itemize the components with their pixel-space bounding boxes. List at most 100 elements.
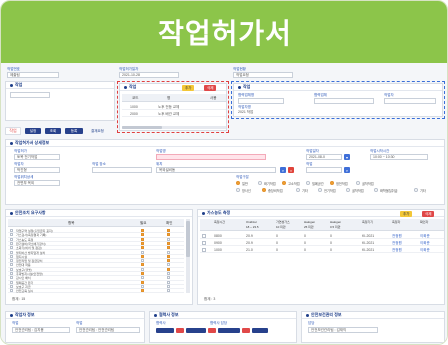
row-checkbox[interactable] [10,263,13,267]
field-time[interactable]: 10:00 ~ 10:30 [370,154,428,160]
confirmed-checkbox[interactable] [167,259,170,263]
required-checkbox[interactable] [141,229,144,232]
option-radio[interactable] [282,181,286,185]
field-location-detail[interactable]: 전면부 옥외 [14,180,60,186]
row-checkbox[interactable] [10,289,13,293]
option-radio[interactable] [236,181,240,185]
work-list-row[interactable]: 2000 노후 배관 교체 [122,111,226,117]
required-checkbox[interactable] [141,241,144,245]
row-checkbox[interactable] [10,250,13,254]
row-checkbox[interactable] [202,248,206,252]
required-checkbox[interactable] [141,284,144,288]
measure-add-button[interactable]: 추가 [400,211,413,217]
field-name[interactable] [156,154,266,160]
tag-chip[interactable] [176,328,184,333]
field-location[interactable]: 옥외설비동 [156,167,276,173]
tag-chip[interactable] [208,328,216,333]
option-radio[interactable] [414,188,418,192]
measure-cell[interactable]: 이희준 [420,241,430,246]
work-delete-button[interactable]: 삭제 [204,85,217,91]
row-checkbox[interactable] [10,284,13,288]
row-checkbox[interactable] [10,276,13,280]
safety-manager-field[interactable]: 안전보건관리팀 : 김재직 [308,327,378,333]
worker-info-field[interactable]: 안전관리팀 : 김지용 [12,327,70,333]
measure-cell[interactable]: 전정원 [392,248,402,253]
confirmed-checkbox[interactable] [167,241,170,245]
confirmed-checkbox[interactable] [167,272,170,275]
option-radio[interactable] [346,188,350,192]
tag-chip[interactable] [218,328,240,333]
required-checkbox[interactable] [141,254,144,258]
confirmed-checkbox[interactable] [167,254,170,258]
clear-icon[interactable]: × [288,167,294,173]
confirmed-checkbox[interactable] [167,267,170,271]
field-worker[interactable]: 박진형 [14,167,60,173]
option-radio[interactable] [356,181,360,185]
tag-chip[interactable] [186,328,206,333]
required-checkbox[interactable] [141,233,144,237]
calendar-icon[interactable]: ▾ [344,154,350,160]
work-no-field[interactable]: 제출팀 [7,72,59,78]
permit-date-field[interactable]: 2021-10-28 [119,72,179,78]
tag-chip[interactable] [252,328,268,333]
option-radio[interactable] [330,181,334,185]
row-checkbox[interactable] [10,254,13,258]
confirmed-checkbox[interactable] [167,276,170,280]
option-radio[interactable] [258,181,262,185]
row-checkbox[interactable] [202,234,206,238]
field-work[interactable] [306,167,342,173]
tab-register[interactable]: 등록 [65,128,83,134]
confirmed-checkbox[interactable] [167,289,170,293]
row-checkbox[interactable] [10,267,13,271]
work-search-icon[interactable]: ⌕ [344,167,350,173]
required-checkbox[interactable] [141,237,144,241]
row-checkbox[interactable] [202,241,206,245]
work-list-scrollbar[interactable] [122,126,226,129]
row-checkbox[interactable] [10,259,13,263]
row-checkbox[interactable] [10,246,13,250]
measure-cell[interactable]: 전정원 [392,234,402,239]
search-icon[interactable]: ⌕ [280,167,286,173]
row-checkbox[interactable] [10,237,13,241]
option-radio[interactable] [318,188,322,192]
required-checkbox[interactable] [141,259,144,263]
required-checkbox[interactable] [141,289,144,293]
work-list-row[interactable]: 1000 노후 전등 교체 [122,104,226,110]
confirmed-checkbox[interactable] [167,246,170,250]
measure-row[interactable]: 0900 20.9 0 0 0 KI-2021 전정원 이희준 [200,240,444,246]
field-place[interactable] [92,167,152,173]
field-date[interactable]: 2021-08-0 [306,154,342,160]
scroll-thumb[interactable] [186,221,190,257]
confirmed-checkbox[interactable] [167,229,170,232]
confirmed-checkbox[interactable] [167,233,170,237]
tag-chip[interactable] [242,328,250,333]
row-checkbox[interactable] [10,229,13,232]
confirmed-checkbox[interactable] [167,263,170,267]
confirmed-checkbox[interactable] [167,284,170,288]
confirmed-checkbox[interactable] [167,250,170,254]
measure-row[interactable]: 1000 21.0 0 0 0 KI-2021 전정원 이희준 [200,247,444,253]
left-filter-field[interactable] [10,92,50,98]
measure-cell[interactable]: 이희준 [420,234,430,239]
tab-approval[interactable]: 결재요청 [91,129,104,134]
tab-settings[interactable]: 설정 [25,128,41,134]
tab-search[interactable]: 조회 [45,128,61,134]
row-checkbox[interactable] [10,241,13,245]
required-checkbox[interactable] [141,267,144,271]
required-checkbox[interactable] [141,250,144,254]
required-checkbox[interactable] [141,276,144,280]
scroll-thumb[interactable] [122,126,162,129]
measure-delete-button[interactable]: 삭제 [422,211,435,217]
option-radio[interactable] [306,181,310,185]
measure-row[interactable]: 0800 20.9 0 0 0 KI-2021 전정원 이희준 [200,233,444,239]
option-radio[interactable] [262,188,266,192]
work-status-field[interactable]: 작업요청 [233,72,293,78]
confirmed-checkbox[interactable] [167,237,170,241]
row-checkbox[interactable] [10,233,13,237]
company-field[interactable] [314,98,374,104]
required-checkbox[interactable] [141,272,144,275]
tag-chip[interactable] [156,328,174,333]
worker-field[interactable] [384,98,436,104]
confirmed-checkbox[interactable] [167,280,170,284]
measure-cell[interactable]: 전정원 [392,241,402,246]
